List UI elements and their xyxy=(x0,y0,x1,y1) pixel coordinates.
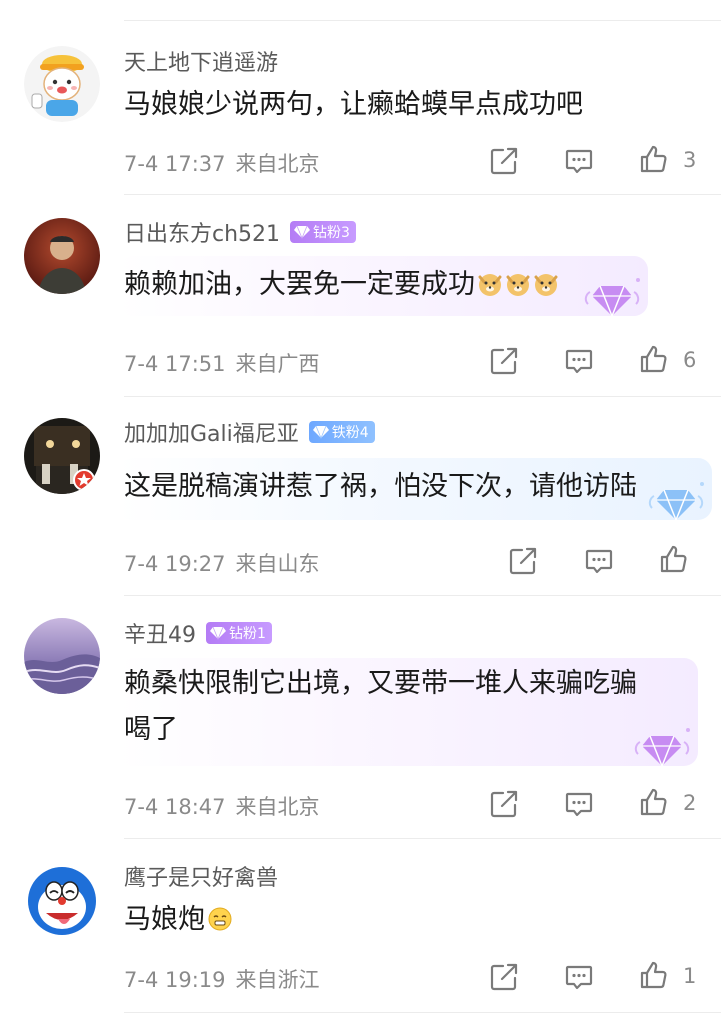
fan-badge[interactable]: 钻粉3 xyxy=(290,221,356,243)
divider xyxy=(124,1012,721,1013)
divider xyxy=(124,396,721,397)
comment-text-content: 马娘炮 xyxy=(124,904,205,935)
reply-button[interactable] xyxy=(564,789,594,819)
avatar[interactable] xyxy=(24,418,100,494)
like-button[interactable] xyxy=(639,144,669,174)
share-button[interactable] xyxy=(489,789,519,819)
avatar-image xyxy=(24,861,100,937)
comment-icon xyxy=(565,149,593,174)
comment-text: 赖桑快限制它出境，又要带一堆人来骗吃骗 喝了 xyxy=(124,661,637,753)
avatar-image xyxy=(24,418,100,494)
like-button[interactable] xyxy=(639,344,669,374)
share-button[interactable] xyxy=(508,546,538,576)
comment-text-line: 赖桑快限制它出境，又要带一堆人来骗吃骗 xyxy=(124,668,637,699)
comment-text: 马娘炮 xyxy=(124,897,233,943)
thumbs-up-icon xyxy=(660,545,687,573)
username[interactable]: 鹰子是只好禽兽 xyxy=(124,860,278,892)
avatar[interactable] xyxy=(24,218,100,294)
comment-location: 来自浙江 xyxy=(235,968,320,992)
comment-text-line: 喝了 xyxy=(124,714,178,745)
comment-text: 马娘娘少说两句，让癞蛤蟆早点成功吧 xyxy=(124,89,583,120)
comment-meta: 7-4 19:19 来自浙江 xyxy=(124,964,320,994)
comment-time: 7-4 17:37 xyxy=(124,152,226,176)
divider xyxy=(124,595,721,596)
share-icon xyxy=(509,547,537,575)
avatar-image xyxy=(24,618,100,694)
comment-text: 赖赖加油，大罢免一定要成功 xyxy=(124,262,559,308)
username[interactable]: 天上地下逍遥游 xyxy=(124,45,278,77)
grimace-emoji-icon xyxy=(208,907,232,931)
thumbs-up-icon xyxy=(640,345,667,373)
like-count: 2 xyxy=(683,791,697,815)
comment-text-content: 赖赖加油，大罢免一定要成功 xyxy=(124,269,475,300)
comment-icon xyxy=(565,792,593,817)
doge-emoji-icon xyxy=(506,274,530,296)
share-icon xyxy=(490,347,518,375)
comment-list: 天上地下逍遥游 马娘娘少说两句，让癞蛤蟆早点成功吧 7-4 17:37 来自北京 xyxy=(0,0,721,1024)
username[interactable]: 日出东方ch521 xyxy=(124,216,280,248)
avatar[interactable] xyxy=(24,618,100,694)
fan-badge-label: 钻粉3 xyxy=(313,225,350,241)
comment-time: 7-4 19:27 xyxy=(124,552,226,576)
diamond-icon xyxy=(294,225,311,239)
doge-emoji-icon xyxy=(534,274,558,296)
diamond-icon xyxy=(312,425,329,439)
comment-icon xyxy=(565,349,593,374)
diamond-icon xyxy=(210,626,226,640)
diamond-decoration-icon xyxy=(648,482,704,523)
reply-button[interactable] xyxy=(564,146,594,176)
reply-button[interactable] xyxy=(584,546,614,576)
share-icon xyxy=(490,963,518,991)
comment-time: 7-4 19:19 xyxy=(124,968,226,992)
share-icon xyxy=(490,147,518,175)
like-button[interactable] xyxy=(639,787,669,817)
fan-badge-label: 钻粉1 xyxy=(229,626,266,642)
comment-meta: 7-4 17:51 来自广西 xyxy=(124,348,320,378)
diamond-decoration-icon xyxy=(584,278,640,319)
like-count: 1 xyxy=(683,964,697,988)
avatar[interactable] xyxy=(24,861,100,937)
comment-time: 7-4 17:51 xyxy=(124,352,226,376)
thumbs-up-icon xyxy=(640,961,667,989)
comment-time: 7-4 18:47 xyxy=(124,795,226,819)
comment-icon xyxy=(565,965,593,990)
comment-location: 来自广西 xyxy=(235,352,320,376)
fan-badge[interactable]: 铁粉4 xyxy=(308,421,375,443)
doge-emoji-icon xyxy=(478,274,502,296)
comment-meta: 7-4 19:27 来自山东 xyxy=(124,548,320,578)
thumbs-up-icon xyxy=(640,145,667,173)
comment-location: 来自山东 xyxy=(235,552,320,576)
divider xyxy=(124,838,721,839)
like-count: 3 xyxy=(683,148,697,172)
username[interactable]: 辛丑49 xyxy=(124,617,196,649)
fan-badge-label: 铁粉4 xyxy=(331,425,369,441)
diamond-decoration-icon xyxy=(634,728,690,769)
username[interactable]: 加加加Gali福尼亚 xyxy=(124,416,299,448)
comment-location: 来自北京 xyxy=(235,152,320,176)
share-icon xyxy=(490,790,518,818)
like-button[interactable] xyxy=(659,544,689,574)
share-button[interactable] xyxy=(489,962,519,992)
avatar[interactable] xyxy=(24,46,100,122)
comment-meta: 7-4 18:47 来自北京 xyxy=(124,791,320,821)
thumbs-up-icon xyxy=(640,788,667,816)
reply-button[interactable] xyxy=(564,962,594,992)
reply-button[interactable] xyxy=(564,346,594,376)
avatar-image xyxy=(24,46,100,122)
comment-icon xyxy=(585,549,613,574)
comment-meta: 7-4 17:37 来自北京 xyxy=(124,148,320,178)
comment-location: 来自北京 xyxy=(235,795,320,819)
fan-badge[interactable]: 钻粉1 xyxy=(206,622,272,644)
share-button[interactable] xyxy=(489,146,519,176)
like-button[interactable] xyxy=(639,960,669,990)
share-button[interactable] xyxy=(489,346,519,376)
comment-text: 这是脱稿演讲惹了祸，怕没下次，请他访陆 xyxy=(124,471,637,502)
divider xyxy=(124,20,721,21)
avatar-image xyxy=(24,218,100,294)
divider xyxy=(124,194,721,195)
like-count: 6 xyxy=(683,348,697,372)
